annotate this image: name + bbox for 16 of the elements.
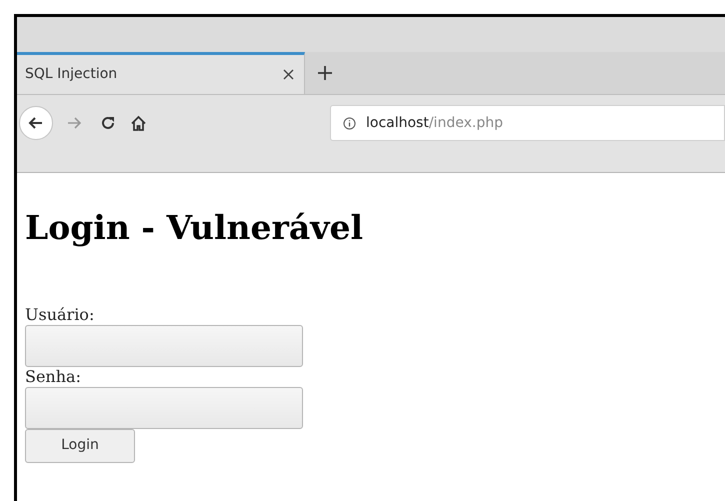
close-icon[interactable]	[283, 69, 294, 80]
field-label: Senha:	[25, 366, 81, 386]
home-icon[interactable]	[130, 114, 147, 132]
reload-icon[interactable]	[100, 115, 116, 131]
browser-tab[interactable]: SQL Injection	[17, 52, 305, 94]
page-heading: Login - Vulnerável	[25, 207, 363, 249]
back-button[interactable]	[19, 106, 53, 140]
login-button[interactable]: Login	[25, 428, 135, 462]
input-field[interactable]	[25, 386, 303, 428]
info-icon	[343, 116, 356, 130]
new-tab-icon[interactable]	[317, 65, 333, 81]
url-text: localhost/index.php	[366, 114, 503, 132]
tab-title: SQL Injection	[25, 65, 118, 84]
field-label: Usuário:	[25, 304, 94, 324]
input-field[interactable]	[25, 324, 303, 366]
address-bar[interactable]: localhost/index.php	[330, 105, 725, 141]
